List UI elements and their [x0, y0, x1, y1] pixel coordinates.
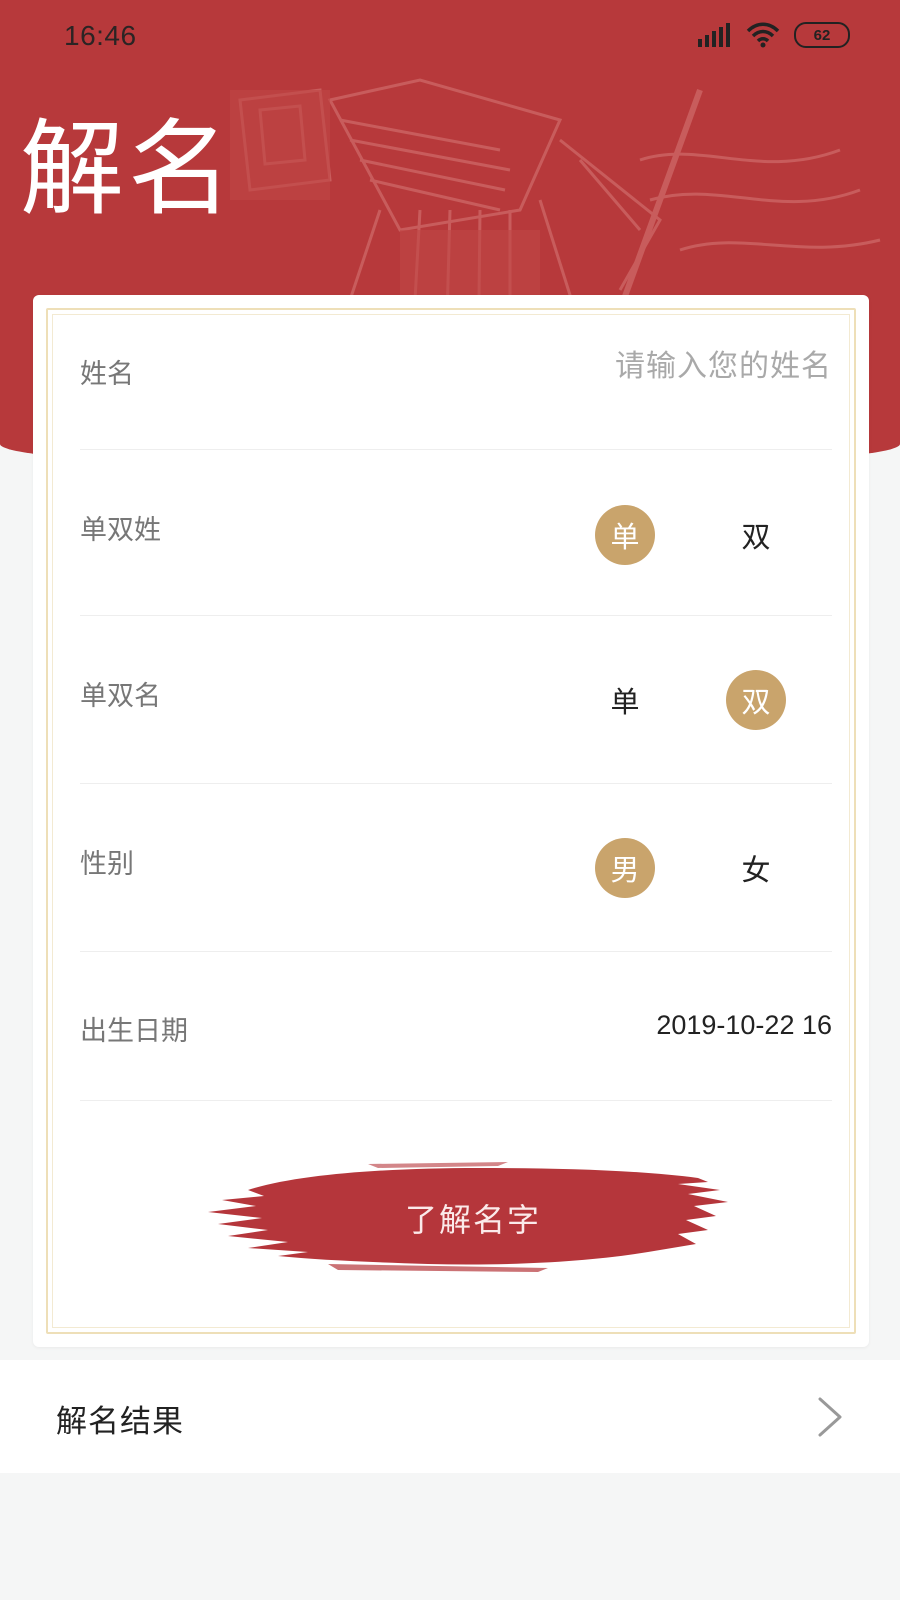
given-name-type-row: 单双名 单 双: [80, 616, 832, 784]
battery-icon: 62: [794, 22, 850, 48]
gender-label: 性别: [80, 849, 134, 880]
gender-row: 性别 男 女: [80, 784, 832, 952]
signal-icon: [698, 23, 730, 47]
status-icons: 62: [698, 22, 850, 48]
birth-date-label: 出生日期: [80, 1016, 188, 1047]
understand-name-button[interactable]: 了解名字: [208, 1160, 738, 1275]
name-label: 姓名: [80, 359, 134, 390]
birth-date-value[interactable]: 2019-10-22 16: [656, 1010, 832, 1041]
surname-type-row: 单双姓 单 双: [80, 450, 832, 616]
surname-single-option[interactable]: 单: [595, 505, 655, 565]
form-card: 姓名 单双姓 单 双 单双名 单 双 性别 男 女 出生日期 2019-10-2…: [33, 295, 869, 1347]
name-result-row[interactable]: 解名结果: [0, 1360, 900, 1473]
understand-name-label: 了解名字: [404, 1200, 541, 1239]
page-title: 解名: [20, 108, 237, 230]
wifi-icon: [746, 22, 780, 48]
name-row: 姓名: [80, 295, 832, 450]
chevron-right-icon: [818, 1397, 842, 1437]
surname-type-label: 单双姓: [80, 515, 161, 546]
gender-female-option[interactable]: 女: [726, 838, 786, 898]
given-name-single-option[interactable]: 单: [595, 670, 655, 730]
name-result-label: 解名结果: [56, 1404, 184, 1440]
gender-male-option[interactable]: 男: [595, 838, 655, 898]
given-name-type-label: 单双名: [80, 681, 161, 712]
name-input[interactable]: [492, 349, 832, 384]
given-name-double-option[interactable]: 双: [726, 670, 786, 730]
surname-double-option[interactable]: 双: [726, 505, 786, 565]
birth-date-row[interactable]: 出生日期 2019-10-22 16: [80, 952, 832, 1101]
battery-level: 62: [813, 26, 831, 44]
status-time: 16:46: [64, 20, 137, 51]
